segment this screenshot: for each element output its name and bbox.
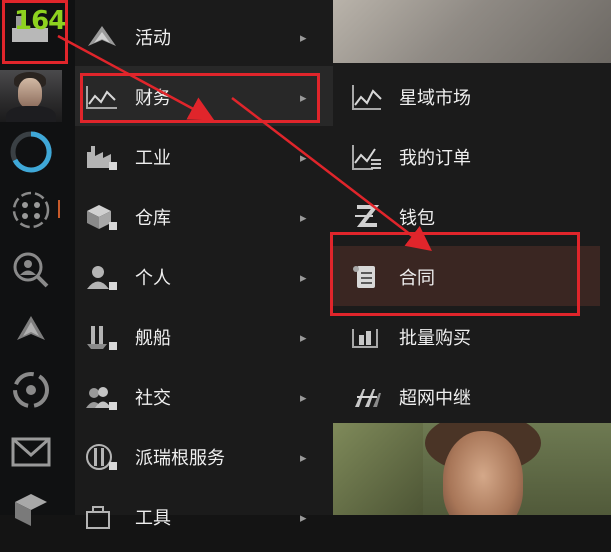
neocom-hub-icon[interactable] bbox=[0, 182, 62, 238]
menu-item-industry[interactable]: 工业 ▸ bbox=[75, 126, 333, 186]
ship-icon[interactable] bbox=[0, 302, 62, 358]
chevron-right-icon: ▸ bbox=[300, 511, 307, 526]
submenu-item-label: 星域市场 bbox=[399, 88, 471, 109]
submenu-item-hypernet-relay[interactable]: 超网中继 bbox=[333, 366, 611, 426]
active-indicator bbox=[58, 200, 60, 218]
menu-item-ship[interactable]: 舰船 ▸ bbox=[75, 306, 333, 366]
pyrgen-services-icon bbox=[86, 444, 117, 470]
social-people-icon bbox=[86, 387, 117, 410]
menu-item-pyrgen-services[interactable]: 派瑞根服务 ▸ bbox=[75, 426, 333, 486]
menu-item-label: 活动 bbox=[135, 28, 171, 49]
contracts-highlight-box bbox=[330, 232, 580, 316]
submenu-item-label: 我的订单 bbox=[399, 148, 471, 169]
character-portrait[interactable] bbox=[0, 70, 62, 122]
menu-item-label: 工业 bbox=[135, 148, 171, 169]
target-circle-icon[interactable] bbox=[0, 362, 62, 418]
menu-item-personal[interactable]: 个人 ▸ bbox=[75, 246, 333, 306]
wallet-icon bbox=[355, 205, 380, 227]
hypernet-relay-icon bbox=[355, 389, 381, 407]
search-people-icon[interactable] bbox=[0, 242, 62, 298]
menu-item-label: 个人 bbox=[135, 268, 171, 289]
menu-item-inventory[interactable]: 仓库 ▸ bbox=[75, 186, 333, 246]
my-orders-icon bbox=[352, 145, 381, 170]
chevron-right-icon: ▸ bbox=[300, 211, 307, 226]
finance-highlight-box bbox=[80, 73, 320, 123]
menu-item-label: 工具 bbox=[135, 508, 171, 529]
ship-fitting-icon bbox=[87, 326, 117, 350]
progress-ring-icon[interactable] bbox=[0, 124, 62, 180]
menu-item-label: 派瑞根服务 bbox=[135, 448, 225, 469]
chevron-right-icon: ▸ bbox=[300, 451, 307, 466]
background-portrait bbox=[333, 423, 611, 515]
menu-item-tools[interactable]: 工具 ▸ bbox=[75, 486, 333, 546]
menu-item-label: 仓库 bbox=[135, 208, 171, 229]
chevron-right-icon: ▸ bbox=[300, 31, 307, 46]
menu-item-label: 社交 bbox=[135, 388, 171, 409]
submenu-item-regional-market[interactable]: 星域市场 bbox=[333, 66, 611, 126]
tools-icon bbox=[86, 506, 110, 529]
chevron-right-icon: ▸ bbox=[300, 331, 307, 346]
chevron-right-icon: ▸ bbox=[300, 151, 307, 166]
counter-highlight-box bbox=[2, 0, 68, 64]
activities-icon bbox=[88, 26, 116, 46]
person-icon bbox=[87, 266, 117, 290]
chevron-right-icon: ▸ bbox=[300, 391, 307, 406]
submenu-item-my-orders[interactable]: 我的订单 bbox=[333, 126, 611, 186]
mail-icon[interactable] bbox=[0, 424, 62, 480]
background-scene-edge bbox=[600, 63, 611, 423]
menu-item-label: 舰船 bbox=[135, 328, 171, 349]
market-chart-icon bbox=[352, 85, 382, 110]
menu-item-activities[interactable]: 活动 ▸ bbox=[75, 6, 333, 66]
industry-factory-icon bbox=[87, 146, 117, 170]
cube-icon[interactable] bbox=[0, 482, 62, 538]
chevron-right-icon: ▸ bbox=[300, 271, 307, 286]
neocom-sidebar: 164 bbox=[0, 0, 75, 526]
menu-item-social[interactable]: 社交 ▸ bbox=[75, 366, 333, 426]
submenu-item-label: 超网中继 bbox=[399, 388, 471, 409]
background-scene-top bbox=[333, 0, 611, 63]
inventory-cube-icon bbox=[87, 205, 117, 230]
bulk-buy-icon bbox=[352, 329, 378, 348]
